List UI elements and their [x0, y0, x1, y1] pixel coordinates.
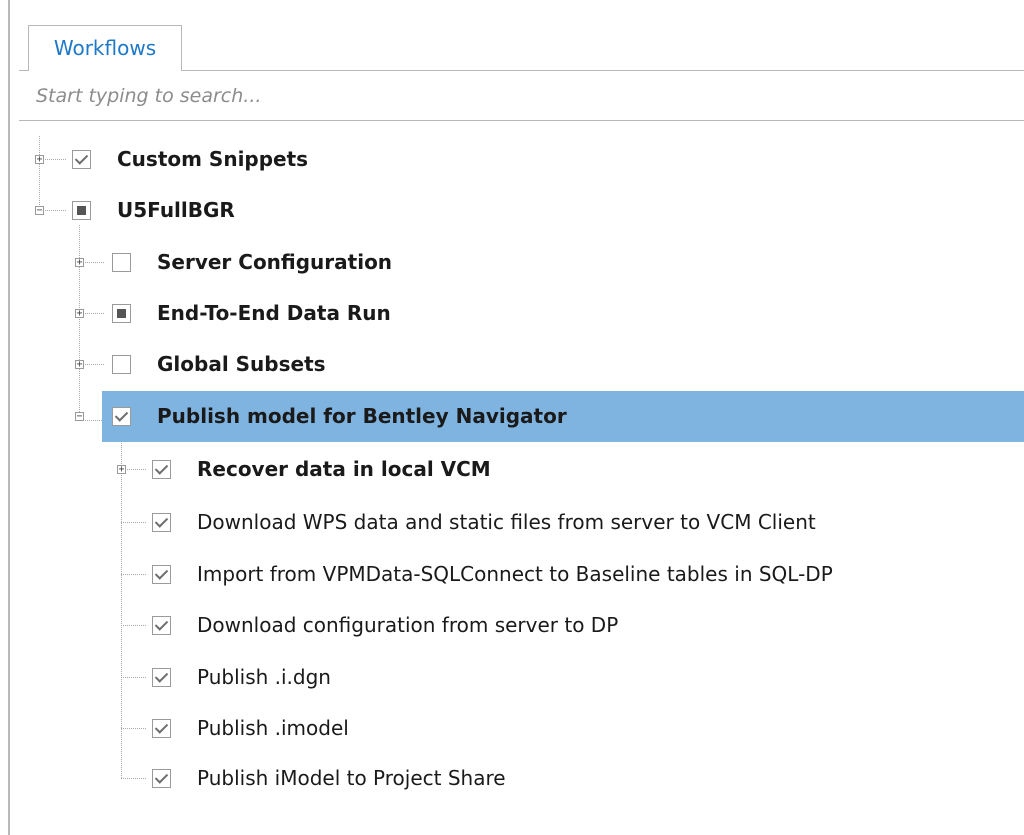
tree-node-u5fullbgr[interactable]: − U5FullBGR: [0, 185, 1024, 236]
tree-node-publish-model[interactable]: − Publish model for Bentley Navigator: [0, 391, 1024, 442]
expand-icon[interactable]: +: [75, 309, 84, 319]
checkbox-checked-icon[interactable]: [152, 513, 171, 532]
tree-node-publish-project-share[interactable]: Publish iModel to Project Share: [0, 753, 1024, 804]
tree-node-label: Custom Snippets: [117, 147, 309, 171]
checkbox-checked-icon[interactable]: [72, 150, 91, 169]
expand-icon[interactable]: +: [117, 465, 126, 475]
tree-node-server-configuration[interactable]: + Server Configuration: [0, 237, 1024, 288]
tree-node-import-vpmdata[interactable]: Import from VPMData-SQLConnect to Baseli…: [0, 549, 1024, 600]
workflow-tree: + Custom Snippets − U5FullBGR + Server C…: [0, 0, 1024, 835]
checkbox-partial-icon[interactable]: [112, 304, 131, 323]
tree-node-label: Global Subsets: [157, 352, 326, 376]
checkbox-partial-icon[interactable]: [72, 201, 91, 220]
checkbox-checked-icon[interactable]: [152, 565, 171, 584]
checkbox-checked-icon[interactable]: [152, 769, 171, 788]
collapse-icon[interactable]: −: [75, 412, 84, 422]
tree-node-recover-data[interactable]: + Recover data in local VCM: [0, 444, 1024, 495]
tree-node-download-configuration[interactable]: Download configuration from server to DP: [0, 600, 1024, 651]
checkbox-checked-icon[interactable]: [112, 407, 131, 426]
expand-icon[interactable]: +: [35, 155, 44, 165]
tree-node-label: Publish .i.dgn: [197, 665, 331, 689]
expand-icon[interactable]: +: [75, 360, 84, 370]
tree-node-global-subsets[interactable]: + Global Subsets: [0, 339, 1024, 390]
tree-node-label: Download WPS data and static files from …: [197, 510, 816, 534]
tree-node-publish-idgn[interactable]: Publish .i.dgn: [0, 652, 1024, 703]
checkbox-checked-icon[interactable]: [152, 668, 171, 687]
tree-node-label: Server Configuration: [157, 250, 393, 274]
collapse-icon[interactable]: −: [35, 206, 44, 216]
tree-node-label: End-To-End Data Run: [157, 301, 391, 325]
tree-node-label: Recover data in local VCM: [197, 457, 491, 481]
tree-node-label: Import from VPMData-SQLConnect to Baseli…: [197, 562, 833, 586]
expand-icon[interactable]: +: [75, 258, 84, 268]
tree-node-publish-imodel[interactable]: Publish .imodel: [0, 703, 1024, 754]
checkbox-unchecked-icon[interactable]: [112, 253, 131, 272]
tree-node-label: Publish model for Bentley Navigator: [157, 404, 567, 428]
tree-node-label: Publish iModel to Project Share: [197, 766, 506, 790]
tree-node-label: Publish .imodel: [197, 716, 349, 740]
checkbox-checked-icon[interactable]: [152, 719, 171, 738]
tree-node-label: U5FullBGR: [117, 198, 235, 222]
tree-node-custom-snippets[interactable]: + Custom Snippets: [0, 134, 1024, 185]
tree-node-end-to-end-data-run[interactable]: + End-To-End Data Run: [0, 288, 1024, 339]
checkbox-checked-icon[interactable]: [152, 460, 171, 479]
tree-node-download-wps[interactable]: Download WPS data and static files from …: [0, 497, 1024, 548]
tree-node-label: Download configuration from server to DP: [197, 613, 619, 637]
checkbox-unchecked-icon[interactable]: [112, 355, 131, 374]
checkbox-checked-icon[interactable]: [152, 616, 171, 635]
